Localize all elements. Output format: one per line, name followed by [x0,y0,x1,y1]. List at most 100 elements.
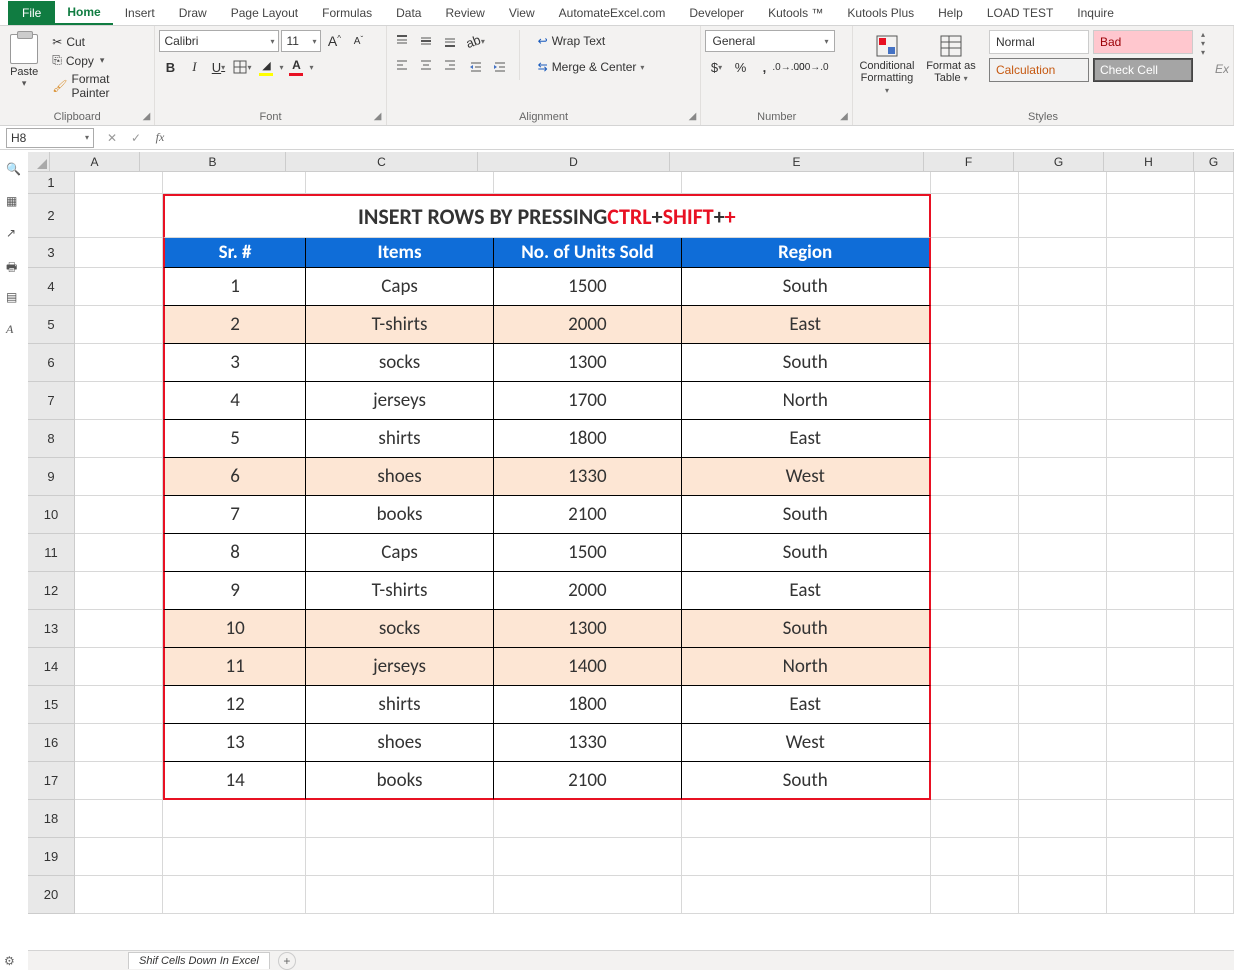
align-left-button[interactable] [391,54,413,76]
fill-color-button[interactable]: ◢ [255,56,277,78]
cell-A20[interactable] [75,876,163,914]
cell-G1[interactable] [1195,172,1234,194]
row-header-7[interactable]: 7 [28,382,75,420]
conditional-formatting-button[interactable]: Conditional Formatting ▾ [857,30,917,99]
row-header-1[interactable]: 1 [28,172,75,194]
cell-A14[interactable] [75,648,163,686]
cell-item-9[interactable]: shoes [306,458,494,496]
header-items[interactable]: Items [306,238,494,268]
cell-A17[interactable] [75,762,163,800]
cell-item-10[interactable]: books [306,496,494,534]
style-calculation[interactable]: Calculation [989,58,1089,82]
cell-C18[interactable] [306,800,494,838]
cell-F7[interactable] [931,382,1019,420]
borders-button[interactable]: ▾ [231,56,253,78]
cell-G2[interactable] [1019,194,1107,238]
cell-region-17[interactable]: South [682,762,931,800]
cell-G11[interactable] [1195,534,1234,572]
cell-G16[interactable] [1019,724,1107,762]
row-header-16[interactable]: 16 [28,724,75,762]
cell-G6[interactable] [1019,344,1107,382]
column-header-G[interactable]: G [1194,152,1234,172]
cell-H15[interactable] [1107,686,1195,724]
table-icon[interactable]: ▦ [6,194,22,210]
dialog-launcher-icon[interactable]: ◢ [686,111,698,123]
style-bad[interactable]: Bad [1093,30,1193,54]
font-size-dropdown[interactable]: 11 ▾ [281,30,321,52]
format-as-table-button[interactable]: Format as Table ▾ [921,30,981,87]
insert-function-button[interactable]: fx [148,128,172,148]
new-sheet-button[interactable]: + [278,952,296,970]
row-header-20[interactable]: 20 [28,876,75,914]
cell-F1[interactable] [931,172,1019,194]
cell-region-8[interactable]: East [682,420,931,458]
row-header-5[interactable]: 5 [28,306,75,344]
cell-item-4[interactable]: Caps [306,268,494,306]
menu-tab-insert[interactable]: Insert [113,2,167,24]
menu-tab-data[interactable]: Data [384,2,433,24]
cell-sr-5[interactable]: 2 [163,306,306,344]
style-check-cell[interactable]: Check Cell [1093,58,1193,82]
cell-item-12[interactable]: T-shirts [306,572,494,610]
row-header-15[interactable]: 15 [28,686,75,724]
row-header-13[interactable]: 13 [28,610,75,648]
cell-region-7[interactable]: North [682,382,931,420]
cell-B19[interactable] [163,838,306,876]
cell-units-14[interactable]: 1400 [494,648,682,686]
row-header-2[interactable]: 2 [28,194,75,238]
wrap-text-button[interactable]: ↩ Wrap Text [534,30,649,52]
cell-F14[interactable] [931,648,1019,686]
gallery-down-icon[interactable]: ▾ [1201,39,1205,48]
menu-tab-kutools-plus[interactable]: Kutools Plus [835,2,926,24]
cell-sr-14[interactable]: 11 [163,648,306,686]
cell-item-5[interactable]: T-shirts [306,306,494,344]
cell-B1[interactable] [163,172,306,194]
cell-units-5[interactable]: 2000 [494,306,682,344]
cell-sr-9[interactable]: 6 [163,458,306,496]
cell-sr-15[interactable]: 12 [163,686,306,724]
cell-units-11[interactable]: 1500 [494,534,682,572]
cell-G15[interactable] [1019,686,1107,724]
name-box[interactable]: H8 ▾ [6,128,94,148]
chevron-down-icon[interactable]: ▾ [279,63,283,72]
font-color-button[interactable]: A [285,56,307,78]
cell-A4[interactable] [75,268,163,306]
cell-sr-6[interactable]: 3 [163,344,306,382]
cell-A8[interactable] [75,420,163,458]
cell-C1[interactable] [306,172,494,194]
row-header-14[interactable]: 14 [28,648,75,686]
row-header-3[interactable]: 3 [28,238,75,268]
cell-units-6[interactable]: 1300 [494,344,682,382]
row-header-17[interactable]: 17 [28,762,75,800]
cell-G15[interactable] [1195,686,1234,724]
row-header-9[interactable]: 9 [28,458,75,496]
cell-G19[interactable] [1195,838,1234,876]
gear-icon[interactable]: ⚙ [4,954,15,968]
cell-units-17[interactable]: 2100 [494,762,682,800]
cell-C20[interactable] [306,876,494,914]
cell-region-6[interactable]: South [682,344,931,382]
menu-tab-kutools-[interactable]: Kutools ™ [756,2,835,24]
gallery-more-icon[interactable]: ▾ [1201,48,1205,57]
column-header-B[interactable]: B [140,152,286,172]
cell-A9[interactable] [75,458,163,496]
column-header-C[interactable]: C [286,152,478,172]
cell-A11[interactable] [75,534,163,572]
row-header-18[interactable]: 18 [28,800,75,838]
cell-D19[interactable] [494,838,682,876]
dialog-launcher-icon[interactable]: ◢ [372,111,384,123]
cell-H20[interactable] [1107,876,1195,914]
cell-units-13[interactable]: 1300 [494,610,682,648]
cell-H7[interactable] [1107,382,1195,420]
cell-F4[interactable] [931,268,1019,306]
cell-H17[interactable] [1107,762,1195,800]
cell-item-17[interactable]: books [306,762,494,800]
cell-D1[interactable] [494,172,682,194]
cell-G16[interactable] [1195,724,1234,762]
cell-units-12[interactable]: 2000 [494,572,682,610]
cell-sr-16[interactable]: 13 [163,724,306,762]
cell-E19[interactable] [682,838,931,876]
cell-G17[interactable] [1195,762,1234,800]
cell-G18[interactable] [1019,800,1107,838]
cell-F16[interactable] [931,724,1019,762]
